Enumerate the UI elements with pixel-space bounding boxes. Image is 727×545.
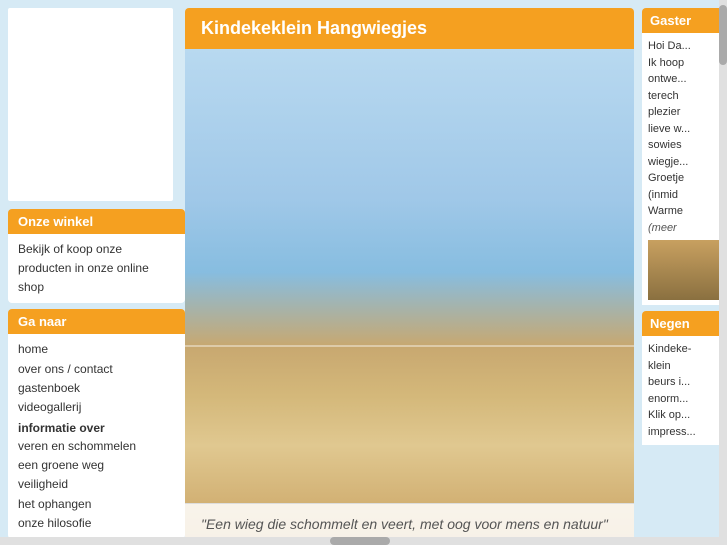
guestbook-box: Gaster Hoi Da...Ik hoopontwe...terechple… [642,8,727,305]
main-header: Kindekeklein Hangwiegjes [185,8,634,49]
guestbook-greeting: Groetje(inmidWarme [648,172,684,217]
nav-box-title: Ga naar [8,309,185,334]
info-link-veiligheid[interactable]: veiligheid [18,475,175,494]
scrollbar-thumb-vertical[interactable] [719,5,727,65]
nieuws-box-title: Negen [642,311,727,336]
nieuws-box-content: Kindeke-kleinbeurs i...enorm...Klik op..… [642,336,727,445]
info-link-hilosofie[interactable]: onze hilosofie [18,514,175,533]
nav-link-gastenboek[interactable]: gastenboek [18,379,175,398]
left-sidebar: Onze winkel Bekijk of koop onze producte… [0,0,185,545]
nieuws-text: Kindeke-kleinbeurs i...enorm...Klik op..… [648,343,696,438]
info-section-title: informatie over [18,421,175,435]
nav-link-over-ons[interactable]: over ons / contact [18,360,175,379]
shop-box: Onze winkel Bekijk of koop onze producte… [8,209,185,304]
nav-box-content: home over ons / contact gastenboek video… [8,334,185,539]
quote-text: "Een wieg die schommelt en veert, met oo… [201,514,618,535]
guestbook-box-title: Gaster [642,8,727,33]
page-wrapper: Onze winkel Bekijk of koop onze producte… [0,0,727,545]
guestbook-box-content: Hoi Da...Ik hoopontwe...terechplezierlie… [642,33,727,305]
shop-box-title: Onze winkel [8,209,185,234]
scrollbar-thumb-horizontal[interactable] [330,537,390,545]
nav-link-home[interactable]: home [18,340,175,359]
main-image-area: "Een wieg die schommelt en veert, met oo… [185,49,634,545]
vertical-scrollbar[interactable] [719,0,727,545]
shop-link[interactable]: Bekijk of koop onze producten in onze on… [18,240,175,298]
logo-area [8,8,173,201]
horizontal-scrollbar[interactable] [0,537,719,545]
info-link-ophangen[interactable]: het ophangen [18,495,175,514]
nieuws-box: Negen Kindeke-kleinbeurs i...enorm...Kli… [642,311,727,445]
info-link-veren[interactable]: veren en schommelen [18,437,175,456]
guestbook-text: Hoi Da...Ik hoopontwe...terechplezierlie… [648,40,691,168]
guestbook-more-link[interactable]: (meer [648,222,677,234]
right-sidebar: Gaster Hoi Da...Ik hoopontwe...terechple… [642,0,727,545]
guestbook-image [648,240,721,300]
nav-link-videogallerij[interactable]: videogallerij [18,398,175,417]
shop-box-content: Bekijk of koop onze producten in onze on… [8,234,185,304]
beach-image [185,49,634,545]
nav-box: Ga naar home over ons / contact gastenbo… [8,309,185,539]
info-link-groene[interactable]: een groene weg [18,456,175,475]
main-content: Kindekeklein Hangwiegjes "Een wieg die s… [185,0,642,545]
